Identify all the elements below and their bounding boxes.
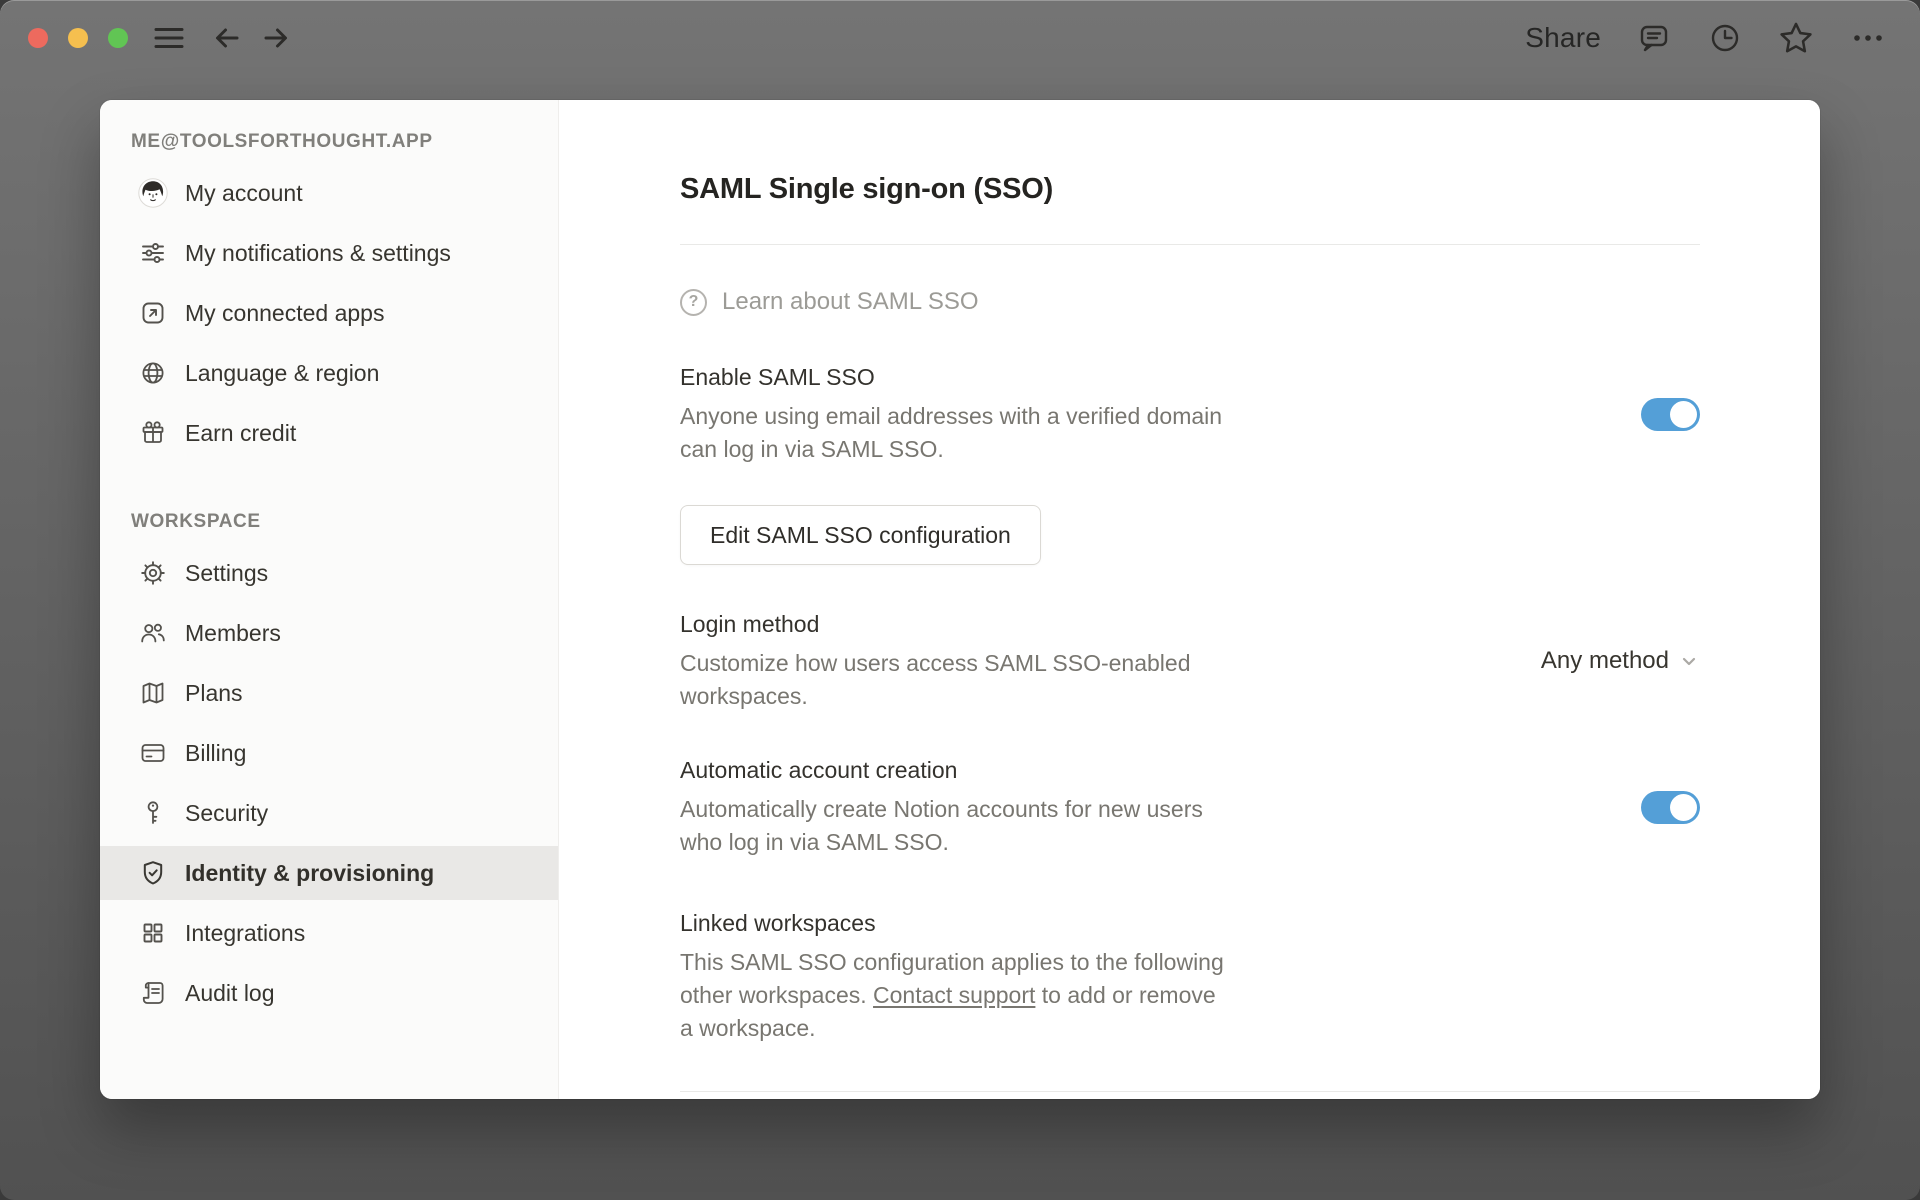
sidebar-item-label: My connected apps xyxy=(185,299,385,326)
globe-icon xyxy=(138,358,168,388)
sidebar-item-notifications-settings[interactable]: My notifications & settings xyxy=(100,226,558,280)
login-method-dropdown[interactable]: Any method xyxy=(1541,647,1700,675)
sidebar-item-plans[interactable]: Plans xyxy=(100,666,558,720)
sidebar-item-label: Security xyxy=(185,799,269,826)
app-window: Share ME@TOOLSFORTHOUGHT.APP My account … xyxy=(0,0,1920,1200)
settings-modal: ME@TOOLSFORTHOUGHT.APP My account My not… xyxy=(100,100,1820,1099)
login-method-section: Login method Customize how users access … xyxy=(680,609,1700,713)
sidebar-item-label: Members xyxy=(185,619,281,646)
enable-saml-toggle[interactable] xyxy=(1641,397,1700,431)
sidebar-item-label: Earn credit xyxy=(185,419,297,446)
credit-card-icon xyxy=(138,738,168,768)
auto-account-description: Automatically create Notion accounts for… xyxy=(680,796,1203,855)
contact-support-link[interactable]: Contact support xyxy=(873,982,1035,1008)
sidebar-item-audit-log[interactable]: Audit log xyxy=(100,966,558,1020)
toggle-knob xyxy=(1670,793,1697,821)
sidebar-item-label: Identity & provisioning xyxy=(185,859,435,886)
auto-account-section: Automatic account creation Automatically… xyxy=(680,755,1700,859)
toggle-knob xyxy=(1670,400,1697,428)
enable-saml-section: Enable SAML SSO Anyone using email addre… xyxy=(680,362,1700,466)
share-button[interactable]: Share xyxy=(1525,22,1601,54)
enable-saml-heading: Enable SAML SSO xyxy=(680,364,875,390)
shield-check-icon xyxy=(138,858,168,888)
hamburger-icon[interactable] xyxy=(152,21,186,55)
linked-workspaces-heading: Linked workspaces xyxy=(680,910,876,936)
sidebar-item-label: My account xyxy=(185,179,303,206)
sidebar-item-label: Billing xyxy=(185,739,247,766)
audit-log-icon xyxy=(138,978,168,1008)
sidebar-item-my-account[interactable]: My account xyxy=(100,166,558,220)
sidebar-item-connected-apps[interactable]: My connected apps xyxy=(100,286,558,340)
linked-workspaces-description: This SAML SSO configuration applies to t… xyxy=(680,946,1224,1045)
divider xyxy=(680,1091,1700,1092)
map-icon xyxy=(138,678,168,708)
sidebar-item-billing[interactable]: Billing xyxy=(100,726,558,780)
comment-icon[interactable] xyxy=(1636,20,1672,56)
sidebar-item-label: Settings xyxy=(185,559,269,586)
sidebar-item-members[interactable]: Members xyxy=(100,606,558,660)
sliders-icon xyxy=(138,238,168,268)
minimize-window-button[interactable] xyxy=(68,28,88,48)
edit-saml-config-button[interactable]: Edit SAML SSO configuration xyxy=(680,505,1041,565)
linked-workspaces-section: Linked workspaces This SAML SSO configur… xyxy=(680,908,1700,1045)
auto-account-heading: Automatic account creation xyxy=(680,757,958,783)
auto-account-toggle[interactable] xyxy=(1641,790,1700,824)
learn-about-saml-link[interactable]: ? Learn about SAML SSO xyxy=(680,288,979,316)
back-arrow-icon[interactable] xyxy=(210,21,244,55)
sidebar-item-identity-provisioning[interactable]: Identity & provisioning xyxy=(100,846,558,900)
sidebar-item-earn-credit[interactable]: Earn credit xyxy=(100,406,558,460)
page-title: SAML Single sign-on (SSO) xyxy=(680,173,1054,205)
login-method-value: Any method xyxy=(1540,647,1669,674)
sidebar-item-settings[interactable]: Settings xyxy=(100,546,558,600)
divider xyxy=(680,244,1700,245)
login-method-description: Customize how users access SAML SSO-enab… xyxy=(680,650,1191,709)
gear-icon xyxy=(138,558,168,588)
avatar xyxy=(138,178,168,208)
grid-icon xyxy=(138,918,168,948)
account-email-header: ME@TOOLSFORTHOUGHT.APP xyxy=(131,131,433,152)
workspace-section-header: WORKSPACE xyxy=(131,511,261,532)
members-icon xyxy=(138,618,168,648)
chevron-down-icon xyxy=(1678,650,1700,672)
sidebar-item-label: Plans xyxy=(185,679,243,706)
sidebar-item-label: My notifications & settings xyxy=(185,239,451,266)
arrow-up-right-square-icon xyxy=(138,298,168,328)
forward-arrow-icon[interactable] xyxy=(259,21,293,55)
key-icon xyxy=(138,798,168,828)
sidebar-item-label: Audit log xyxy=(185,979,275,1006)
window-titlebar: Share xyxy=(0,0,1920,76)
ellipsis-icon[interactable] xyxy=(1849,20,1887,56)
traffic-lights xyxy=(28,28,128,48)
close-window-button[interactable] xyxy=(28,28,48,48)
sidebar-item-security[interactable]: Security xyxy=(100,786,558,840)
login-method-heading: Login method xyxy=(680,611,820,637)
learn-link-label: Learn about SAML SSO xyxy=(722,288,979,315)
star-icon[interactable] xyxy=(1778,20,1814,56)
settings-sidebar: ME@TOOLSFORTHOUGHT.APP My account My not… xyxy=(100,100,559,1099)
sidebar-item-label: Integrations xyxy=(185,919,306,946)
gift-icon xyxy=(138,418,168,448)
sidebar-item-integrations[interactable]: Integrations xyxy=(100,906,558,960)
history-clock-icon[interactable] xyxy=(1707,20,1743,56)
enable-saml-description: Anyone using email addresses with a veri… xyxy=(680,403,1223,462)
sidebar-item-label: Language & region xyxy=(185,359,380,386)
help-circle-icon: ? xyxy=(680,288,707,316)
sidebar-item-language-region[interactable]: Language & region xyxy=(100,346,558,400)
settings-content: SAML Single sign-on (SSO) ? Learn about … xyxy=(559,100,1820,1099)
zoom-window-button[interactable] xyxy=(108,28,128,48)
